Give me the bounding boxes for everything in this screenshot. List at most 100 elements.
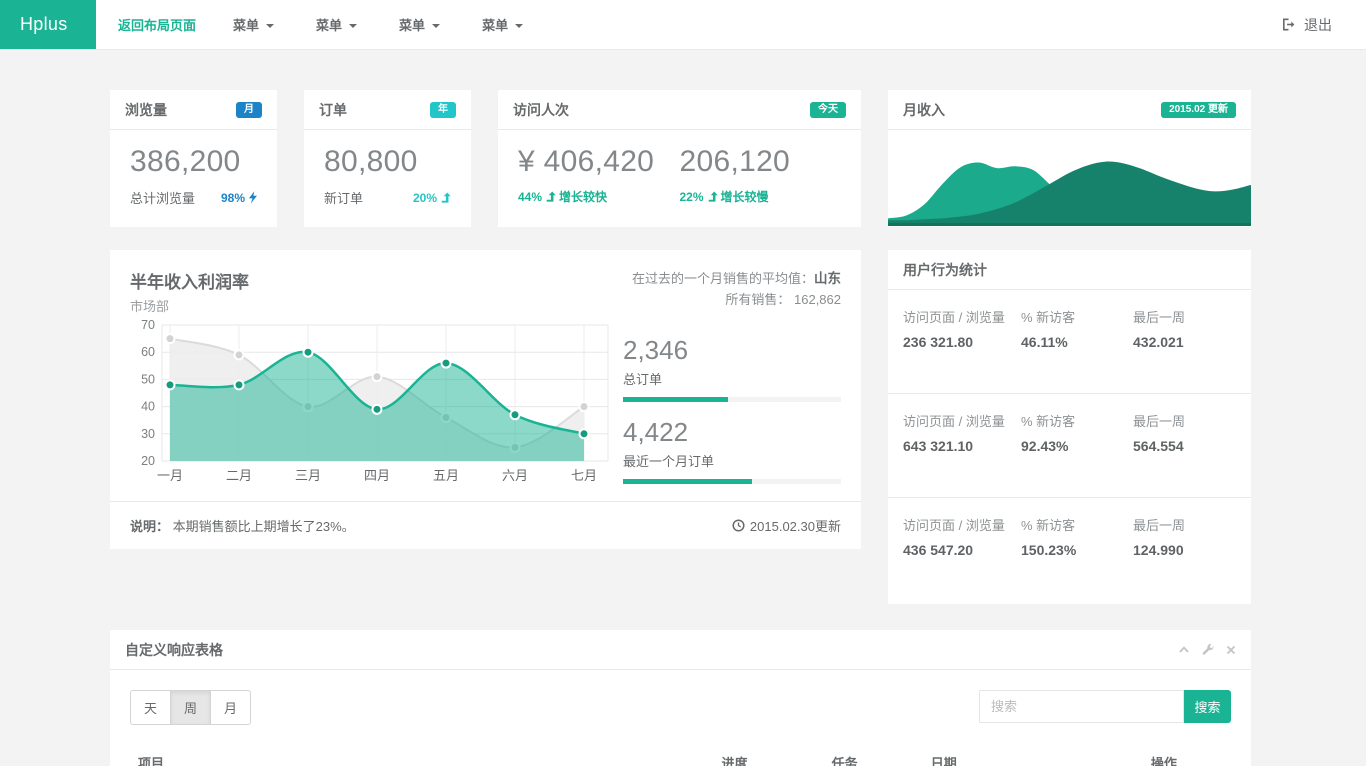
responsive-table-panel: 自定义响应表格 天 周 月 bbox=[110, 630, 1251, 766]
row3-col3-label: 最后一周 bbox=[1133, 517, 1236, 536]
col-header-date: 日期 bbox=[923, 745, 1143, 766]
card-views-title: 浏览量 bbox=[125, 100, 167, 120]
card-orders-delta: 20% bbox=[413, 191, 451, 205]
nav-menu-1[interactable]: 菜单 bbox=[212, 0, 295, 49]
card-views: 浏览量 月 386,200 总计浏览量 98% bbox=[110, 90, 277, 227]
svg-text:50: 50 bbox=[141, 372, 155, 386]
middle-row: 半年收入利润率 市场部 203040506070一月二月三月四月五月六月七月 在… bbox=[110, 250, 1366, 604]
top-navbar: Hplus 返回布局页面 菜单 菜单 菜单 菜单 退出 bbox=[0, 0, 1366, 50]
level-up-icon bbox=[440, 192, 451, 204]
row1-col2-value: 46.11% bbox=[1021, 334, 1133, 350]
nav-menu-3[interactable]: 菜单 bbox=[378, 0, 461, 49]
nav-menu-4[interactable]: 菜单 bbox=[461, 0, 544, 49]
projects-table: 项目 进度 任务 日期 操作 bbox=[130, 745, 1231, 766]
svg-text:四月: 四月 bbox=[364, 468, 390, 483]
chevron-up-icon bbox=[1178, 644, 1190, 655]
range-button-group: 天 周 月 bbox=[130, 690, 251, 725]
row1-col3-label: 最后一周 bbox=[1133, 309, 1236, 328]
col-header-action: 操作 bbox=[1143, 745, 1231, 766]
table-panel-title: 自定义响应表格 bbox=[125, 640, 223, 660]
footer-updated: 2015.02.30更新 bbox=[732, 516, 841, 535]
card-orders-value: 80,800 bbox=[324, 145, 451, 179]
profit-line-chart: 203040506070一月二月三月四月五月六月七月 bbox=[130, 315, 616, 487]
card-views-label: 总计浏览量 bbox=[130, 188, 195, 207]
card-visits-badge: 今天 bbox=[810, 102, 846, 118]
card-visits-title: 访问人次 bbox=[513, 100, 569, 120]
nav-menu-4-label: 菜单 bbox=[482, 15, 508, 34]
svg-text:30: 30 bbox=[141, 427, 155, 441]
back-to-layout-link[interactable]: 返回布局页面 bbox=[118, 0, 196, 49]
behavior-row-3: 访问页面 / 浏览量436 547.20 % 新访客150.23% 最后一周12… bbox=[888, 498, 1251, 602]
profit-panel-title: 半年收入利润率 bbox=[130, 268, 623, 293]
caret-down-icon bbox=[266, 24, 274, 28]
user-behavior-panel: 用户行为统计 访问页面 / 浏览量236 321.80 % 新访客46.11% … bbox=[888, 250, 1251, 604]
row1-col1-label: 访问页面 / 浏览量 bbox=[903, 309, 1021, 328]
svg-text:20: 20 bbox=[141, 454, 155, 468]
all-sales-line: 所有销售： 162,862 bbox=[623, 290, 841, 311]
card-views-value: 386,200 bbox=[130, 145, 257, 179]
profit-panel-subtitle: 市场部 bbox=[130, 296, 623, 315]
close-panel-button[interactable] bbox=[1226, 645, 1236, 655]
card-income-badge: 2015.02 更新 bbox=[1161, 102, 1236, 118]
sign-out-icon bbox=[1281, 17, 1296, 32]
close-icon bbox=[1226, 645, 1236, 655]
row3-col2-label: % 新访客 bbox=[1021, 517, 1133, 536]
col-header-project: 项目 bbox=[130, 745, 714, 766]
wrench-icon bbox=[1202, 644, 1214, 656]
settings-panel-button[interactable] bbox=[1202, 644, 1214, 656]
col-header-task: 任务 bbox=[824, 745, 923, 766]
nav-menu-3-label: 菜单 bbox=[399, 15, 425, 34]
range-week-button[interactable]: 周 bbox=[170, 690, 211, 725]
row3-col3-value: 124.990 bbox=[1133, 542, 1236, 558]
profit-panel: 半年收入利润率 市场部 203040506070一月二月三月四月五月六月七月 在… bbox=[110, 250, 861, 549]
row2-col1-label: 访问页面 / 浏览量 bbox=[903, 413, 1021, 432]
month-orders-value: 4,422 bbox=[623, 417, 841, 448]
card-visits: 访问人次 今天 ¥ 406,420 44% 增长较快 206,120 22% bbox=[498, 90, 861, 227]
svg-text:三月: 三月 bbox=[295, 468, 321, 483]
collapse-panel-button[interactable] bbox=[1178, 644, 1190, 655]
row1-col3-value: 432.021 bbox=[1133, 334, 1236, 350]
caret-down-icon bbox=[515, 24, 523, 28]
monthly-income-area-chart bbox=[888, 130, 1251, 226]
card-orders-title: 订单 bbox=[319, 100, 347, 120]
card-orders: 订单 年 80,800 新订单 20% bbox=[304, 90, 471, 227]
footer-note: 说明： 本期销售额比上期增长了23%。 bbox=[130, 516, 355, 535]
total-orders-progress bbox=[623, 397, 841, 402]
svg-text:七月: 七月 bbox=[571, 468, 597, 483]
range-day-button[interactable]: 天 bbox=[130, 690, 171, 725]
search-button[interactable]: 搜索 bbox=[1184, 690, 1231, 723]
search-input[interactable] bbox=[979, 690, 1184, 723]
total-orders-value: 2,346 bbox=[623, 335, 841, 366]
logout-label: 退出 bbox=[1304, 15, 1332, 35]
nav-menu-2[interactable]: 菜单 bbox=[295, 0, 378, 49]
brand-logo[interactable]: Hplus bbox=[0, 0, 96, 49]
month-orders-label: 最近一个月订单 bbox=[623, 451, 841, 470]
nav-menu-2-label: 菜单 bbox=[316, 15, 342, 34]
table-search: 搜索 bbox=[979, 690, 1231, 723]
card-visits-left-delta: 44% 增长较快 bbox=[518, 188, 607, 205]
range-month-button[interactable]: 月 bbox=[210, 690, 251, 725]
card-visits-left-value: ¥ 406,420 bbox=[518, 145, 680, 179]
row2-col1-value: 643 321.10 bbox=[903, 438, 1021, 454]
row2-col2-value: 92.43% bbox=[1021, 438, 1133, 454]
card-income-title: 月收入 bbox=[903, 100, 945, 120]
svg-text:五月: 五月 bbox=[433, 468, 459, 483]
card-views-delta: 98% bbox=[221, 191, 257, 205]
card-visits-right-delta: 22% 增长较慢 bbox=[680, 188, 769, 205]
col-header-progress: 进度 bbox=[714, 745, 824, 766]
logout-button[interactable]: 退出 bbox=[1281, 0, 1366, 49]
svg-text:40: 40 bbox=[141, 400, 155, 414]
bolt-icon bbox=[248, 191, 257, 204]
card-orders-label: 新订单 bbox=[324, 188, 363, 207]
row2-col2-label: % 新访客 bbox=[1021, 413, 1133, 432]
avg-sales-line: 在过去的一个月销售的平均值：山东 bbox=[623, 268, 841, 290]
card-visits-right-value: 206,120 bbox=[680, 145, 842, 179]
card-monthly-income: 月收入 2015.02 更新 bbox=[888, 90, 1251, 227]
caret-down-icon bbox=[349, 24, 357, 28]
behavior-panel-title: 用户行为统计 bbox=[903, 260, 987, 280]
row3-col1-value: 436 547.20 bbox=[903, 542, 1021, 558]
row3-col1-label: 访问页面 / 浏览量 bbox=[903, 517, 1021, 536]
nav-menu-1-label: 菜单 bbox=[233, 15, 259, 34]
svg-text:60: 60 bbox=[141, 345, 155, 359]
stat-cards-row: 浏览量 月 386,200 总计浏览量 98% 订单 年 80, bbox=[110, 90, 1366, 227]
